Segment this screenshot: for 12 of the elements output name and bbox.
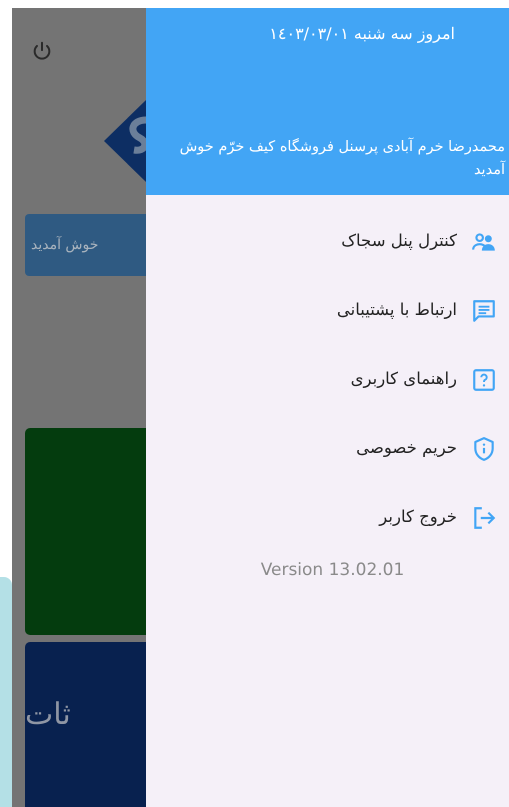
menu-item[interactable]: راهنمای کاربری xyxy=(146,345,509,414)
menu-item[interactable]: کنترل پنل سجاک xyxy=(146,207,509,276)
menu-item[interactable]: خروج کاربر xyxy=(146,483,509,552)
date-text: امروز سه شنبه ١٤٠٣/٠٣/٠١ xyxy=(268,23,456,45)
chat-icon xyxy=(471,298,497,324)
menu-item[interactable]: حریم خصوصی xyxy=(146,414,509,483)
tile-label: ثات xyxy=(25,696,71,734)
version-text: Version 13.02.01 xyxy=(260,559,406,582)
menu-item[interactable]: ارتباط با پشتیبانی xyxy=(146,276,509,345)
help-icon xyxy=(471,366,497,392)
greeting-text: محمدرضا خرم آبادی پرسنل فروشگاه کیف خرّم خوش آمدید xyxy=(178,136,505,180)
power-icon[interactable] xyxy=(31,40,53,62)
